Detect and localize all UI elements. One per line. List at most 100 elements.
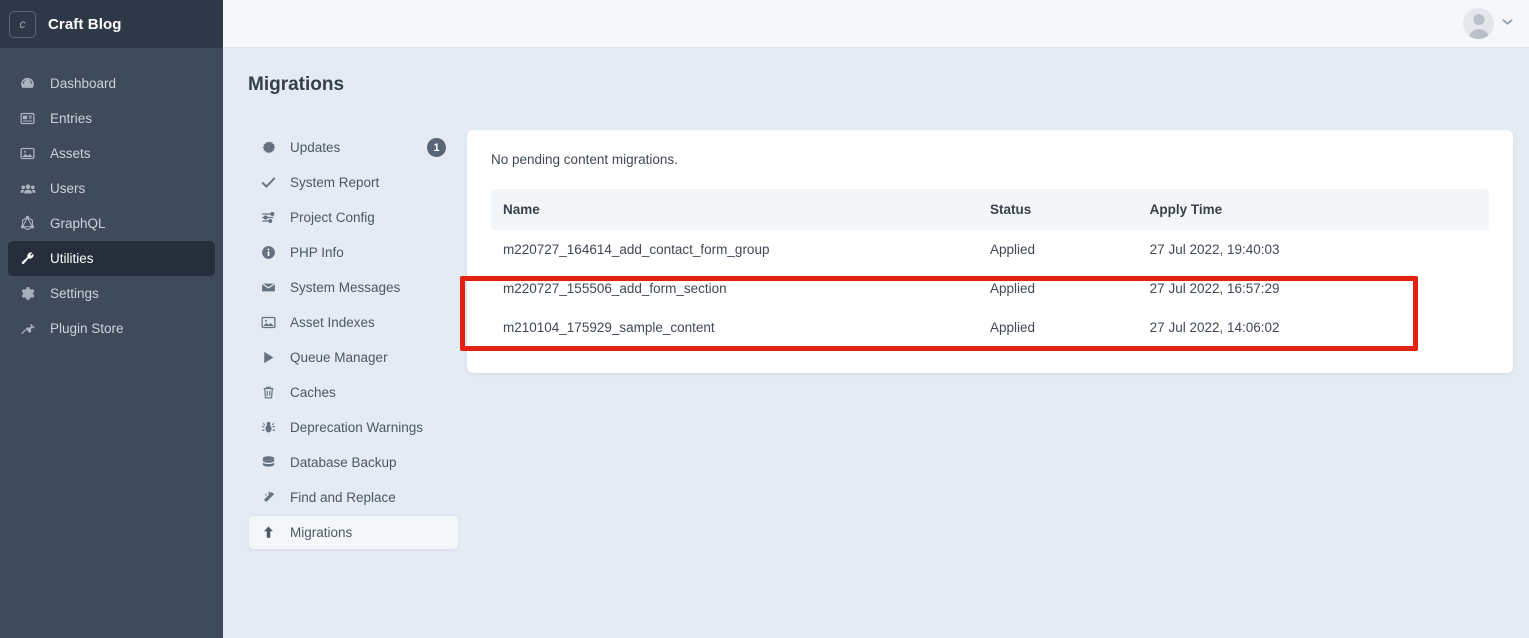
plug-icon <box>18 319 37 338</box>
account-menu[interactable] <box>1463 8 1513 39</box>
play-icon <box>259 348 278 367</box>
subnav-item-updates[interactable]: Updates 1 <box>248 130 459 165</box>
top-bar <box>223 0 1529 48</box>
subnav-item-asset-indexes[interactable]: Asset Indexes <box>248 305 459 340</box>
column-header-status[interactable]: Status <box>990 189 1150 230</box>
sidebar-item-label: Utilities <box>50 251 94 266</box>
cell-migration-name: m220727_164614_add_contact_form_group <box>503 242 770 257</box>
sidebar-item-label: Assets <box>50 146 91 161</box>
sliders-icon <box>259 208 278 227</box>
sidebar-item-plugin-store[interactable]: Plugin Store <box>8 311 215 346</box>
trash-icon <box>259 383 278 402</box>
table-header-row: Name Status Apply Time <box>491 189 1489 230</box>
cell-migration-name: m220727_155506_add_form_section <box>503 281 727 296</box>
subnav-item-find-and-replace[interactable]: Find and Replace <box>248 480 459 515</box>
pending-migrations-notice: No pending content migrations. <box>491 152 678 167</box>
check-icon <box>259 173 278 192</box>
users-icon <box>18 179 37 198</box>
subnav-item-label: PHP Info <box>290 244 344 260</box>
sidebar-item-label: Plugin Store <box>50 321 124 336</box>
table-row[interactable]: m220727_155506_add_form_section Applied … <box>491 269 1489 308</box>
subnav-item-php-info[interactable]: PHP Info <box>248 235 459 270</box>
sidebar-item-entries[interactable]: Entries <box>8 101 215 136</box>
subnav-item-label: Asset Indexes <box>290 314 375 330</box>
sidebar-item-utilities[interactable]: Utilities <box>8 241 215 276</box>
migrations-table: Name Status Apply Time m220727_164614_ad… <box>491 189 1489 347</box>
sidebar-item-label: Entries <box>50 111 93 126</box>
cell-apply-time: 27 Jul 2022, 19:40:03 <box>1149 242 1280 257</box>
graphql-icon <box>18 214 37 233</box>
avatar-body <box>1468 29 1489 39</box>
sidebar-item-label: Users <box>50 181 86 196</box>
main-region: Migrations Updates 1 System Report Proje… <box>223 0 1529 638</box>
subnav-item-system-report[interactable]: System Report <box>248 165 459 200</box>
subnav-item-project-config[interactable]: Project Config <box>248 200 459 235</box>
table-row[interactable]: m210104_175929_sample_content Applied 27… <box>491 308 1489 347</box>
sidebar-item-dashboard[interactable]: Dashboard <box>8 66 215 101</box>
database-icon <box>259 453 278 472</box>
avatar-head <box>1473 14 1484 25</box>
global-sidebar: c Craft Blog Dashboard Entries Assets Us… <box>0 0 223 638</box>
brand-logo-icon: c <box>9 10 36 38</box>
content-columns: Updates 1 System Report Project Config P… <box>248 130 1513 550</box>
subnav-item-database-backup[interactable]: Database Backup <box>248 445 459 480</box>
column-header-name[interactable]: Name <box>491 189 990 230</box>
table-body: m220727_164614_add_contact_form_group Ap… <box>491 230 1489 347</box>
subnav-item-label: System Messages <box>290 279 401 295</box>
sidebar-item-label: Settings <box>50 286 99 301</box>
gear-icon <box>18 284 37 303</box>
subnav-item-label: Queue Manager <box>290 349 388 365</box>
image-icon <box>259 313 278 332</box>
magic-wand-icon <box>259 488 278 507</box>
page-body: Migrations Updates 1 System Report Proje… <box>223 48 1529 638</box>
brand[interactable]: c Craft Blog <box>0 0 223 48</box>
sidebar-item-label: Dashboard <box>50 76 117 91</box>
migrations-content: No pending content migrations. Name Stat… <box>459 130 1513 373</box>
sidebar-item-label: GraphQL <box>50 216 106 231</box>
gauge-icon <box>18 74 37 93</box>
wrench-icon <box>18 249 37 268</box>
migrations-card: No pending content migrations. Name Stat… <box>467 130 1513 373</box>
page-title: Migrations <box>248 74 345 95</box>
subnav-item-label: Migrations <box>290 524 353 540</box>
cell-apply-time: 27 Jul 2022, 16:57:29 <box>1149 281 1280 296</box>
avatar <box>1463 8 1494 39</box>
newspaper-icon <box>18 109 37 128</box>
app-root: c Craft Blog Dashboard Entries Assets Us… <box>0 0 1529 638</box>
cell-migration-name: m210104_175929_sample_content <box>503 320 715 335</box>
brand-name: Craft Blog <box>48 15 122 33</box>
subnav-item-label: Find and Replace <box>290 489 396 505</box>
cell-status: Applied <box>990 281 1036 296</box>
column-header-apply-time[interactable]: Apply Time <box>1149 189 1489 230</box>
subnav-item-label: Updates <box>290 139 341 155</box>
sidebar-item-graphql[interactable]: GraphQL <box>8 206 215 241</box>
subnav-item-label: Deprecation Warnings <box>290 419 424 435</box>
subnav-item-label: Caches <box>290 384 336 400</box>
updates-count-badge: 1 <box>427 138 446 157</box>
sidebar-item-settings[interactable]: Settings <box>8 276 215 311</box>
envelope-icon <box>259 278 278 297</box>
subnav-item-system-messages[interactable]: System Messages <box>248 270 459 305</box>
subnav-item-label: System Report <box>290 174 380 190</box>
subnav-item-deprecation-warnings[interactable]: Deprecation Warnings <box>248 410 459 445</box>
table-head: Name Status Apply Time <box>491 189 1489 230</box>
subnav-item-caches[interactable]: Caches <box>248 375 459 410</box>
subnav-item-label: Database Backup <box>290 454 397 470</box>
sidebar-item-assets[interactable]: Assets <box>8 136 215 171</box>
global-nav-list: Dashboard Entries Assets Users GraphQL U… <box>0 48 223 346</box>
subnav-item-queue-manager[interactable]: Queue Manager <box>248 340 459 375</box>
chevron-down-icon[interactable] <box>1502 18 1513 29</box>
image-icon <box>18 144 37 163</box>
sidebar-item-users[interactable]: Users <box>8 171 215 206</box>
table-row[interactable]: m220727_164614_add_contact_form_group Ap… <box>491 230 1489 269</box>
subnav-item-label: Project Config <box>290 209 375 225</box>
subnav-item-migrations[interactable]: Migrations <box>248 515 459 550</box>
info-icon <box>259 243 278 262</box>
upload-arrow-icon <box>259 523 278 542</box>
updates-badge-icon <box>259 138 278 157</box>
cell-apply-time: 27 Jul 2022, 14:06:02 <box>1149 320 1280 335</box>
utilities-subnav: Updates 1 System Report Project Config P… <box>248 130 459 550</box>
cell-status: Applied <box>990 242 1036 257</box>
cell-status: Applied <box>990 320 1036 335</box>
bug-icon <box>259 418 278 437</box>
